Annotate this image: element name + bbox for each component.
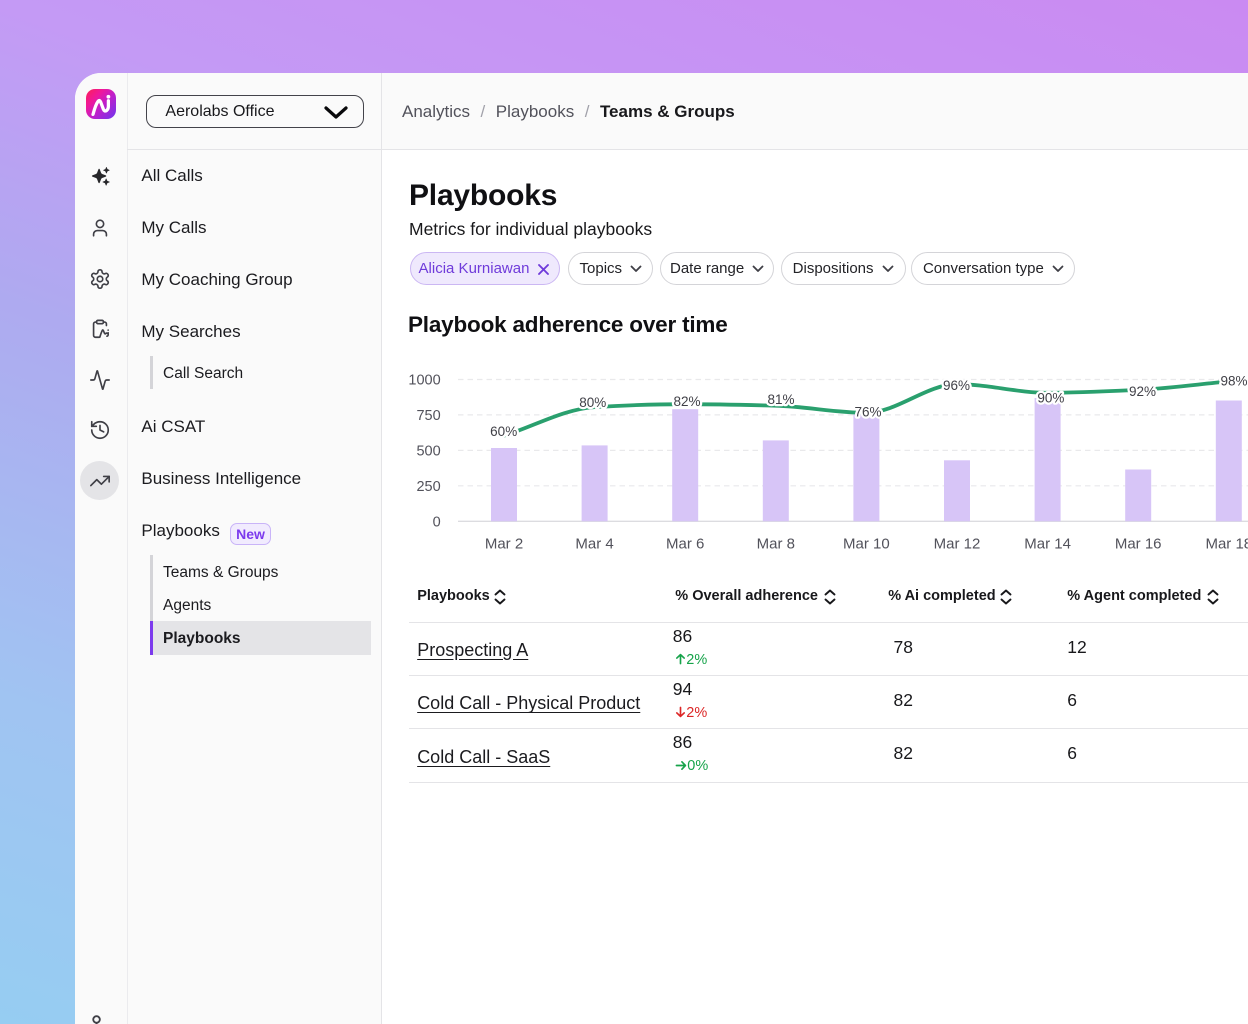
svg-text:500: 500 [416,443,440,459]
svg-text:81%: 81% [767,392,794,407]
svg-text:98%: 98% [1220,373,1247,388]
svg-text:Mar 14: Mar 14 [1024,536,1071,553]
svg-text:96%: 96% [943,378,970,393]
svg-text:Mar 18: Mar 18 [1205,536,1248,553]
svg-text:Mar 4: Mar 4 [575,536,613,553]
svg-text:82%: 82% [673,394,700,409]
svg-text:Mar 16: Mar 16 [1115,536,1162,553]
svg-text:1000: 1000 [408,373,440,389]
svg-text:Mar 10: Mar 10 [843,536,890,553]
svg-text:92%: 92% [1129,384,1156,399]
svg-text:Mar 6: Mar 6 [666,536,704,553]
svg-text:90%: 90% [1037,391,1064,406]
svg-text:80%: 80% [579,395,606,410]
svg-text:250: 250 [416,479,440,495]
svg-text:750: 750 [416,408,440,424]
svg-text:60%: 60% [490,424,517,439]
svg-text:Mar 2: Mar 2 [485,536,523,553]
svg-text:76%: 76% [854,405,881,420]
svg-text:0: 0 [433,514,441,530]
svg-text:Mar 12: Mar 12 [934,536,981,553]
svg-text:Mar 8: Mar 8 [757,536,795,553]
